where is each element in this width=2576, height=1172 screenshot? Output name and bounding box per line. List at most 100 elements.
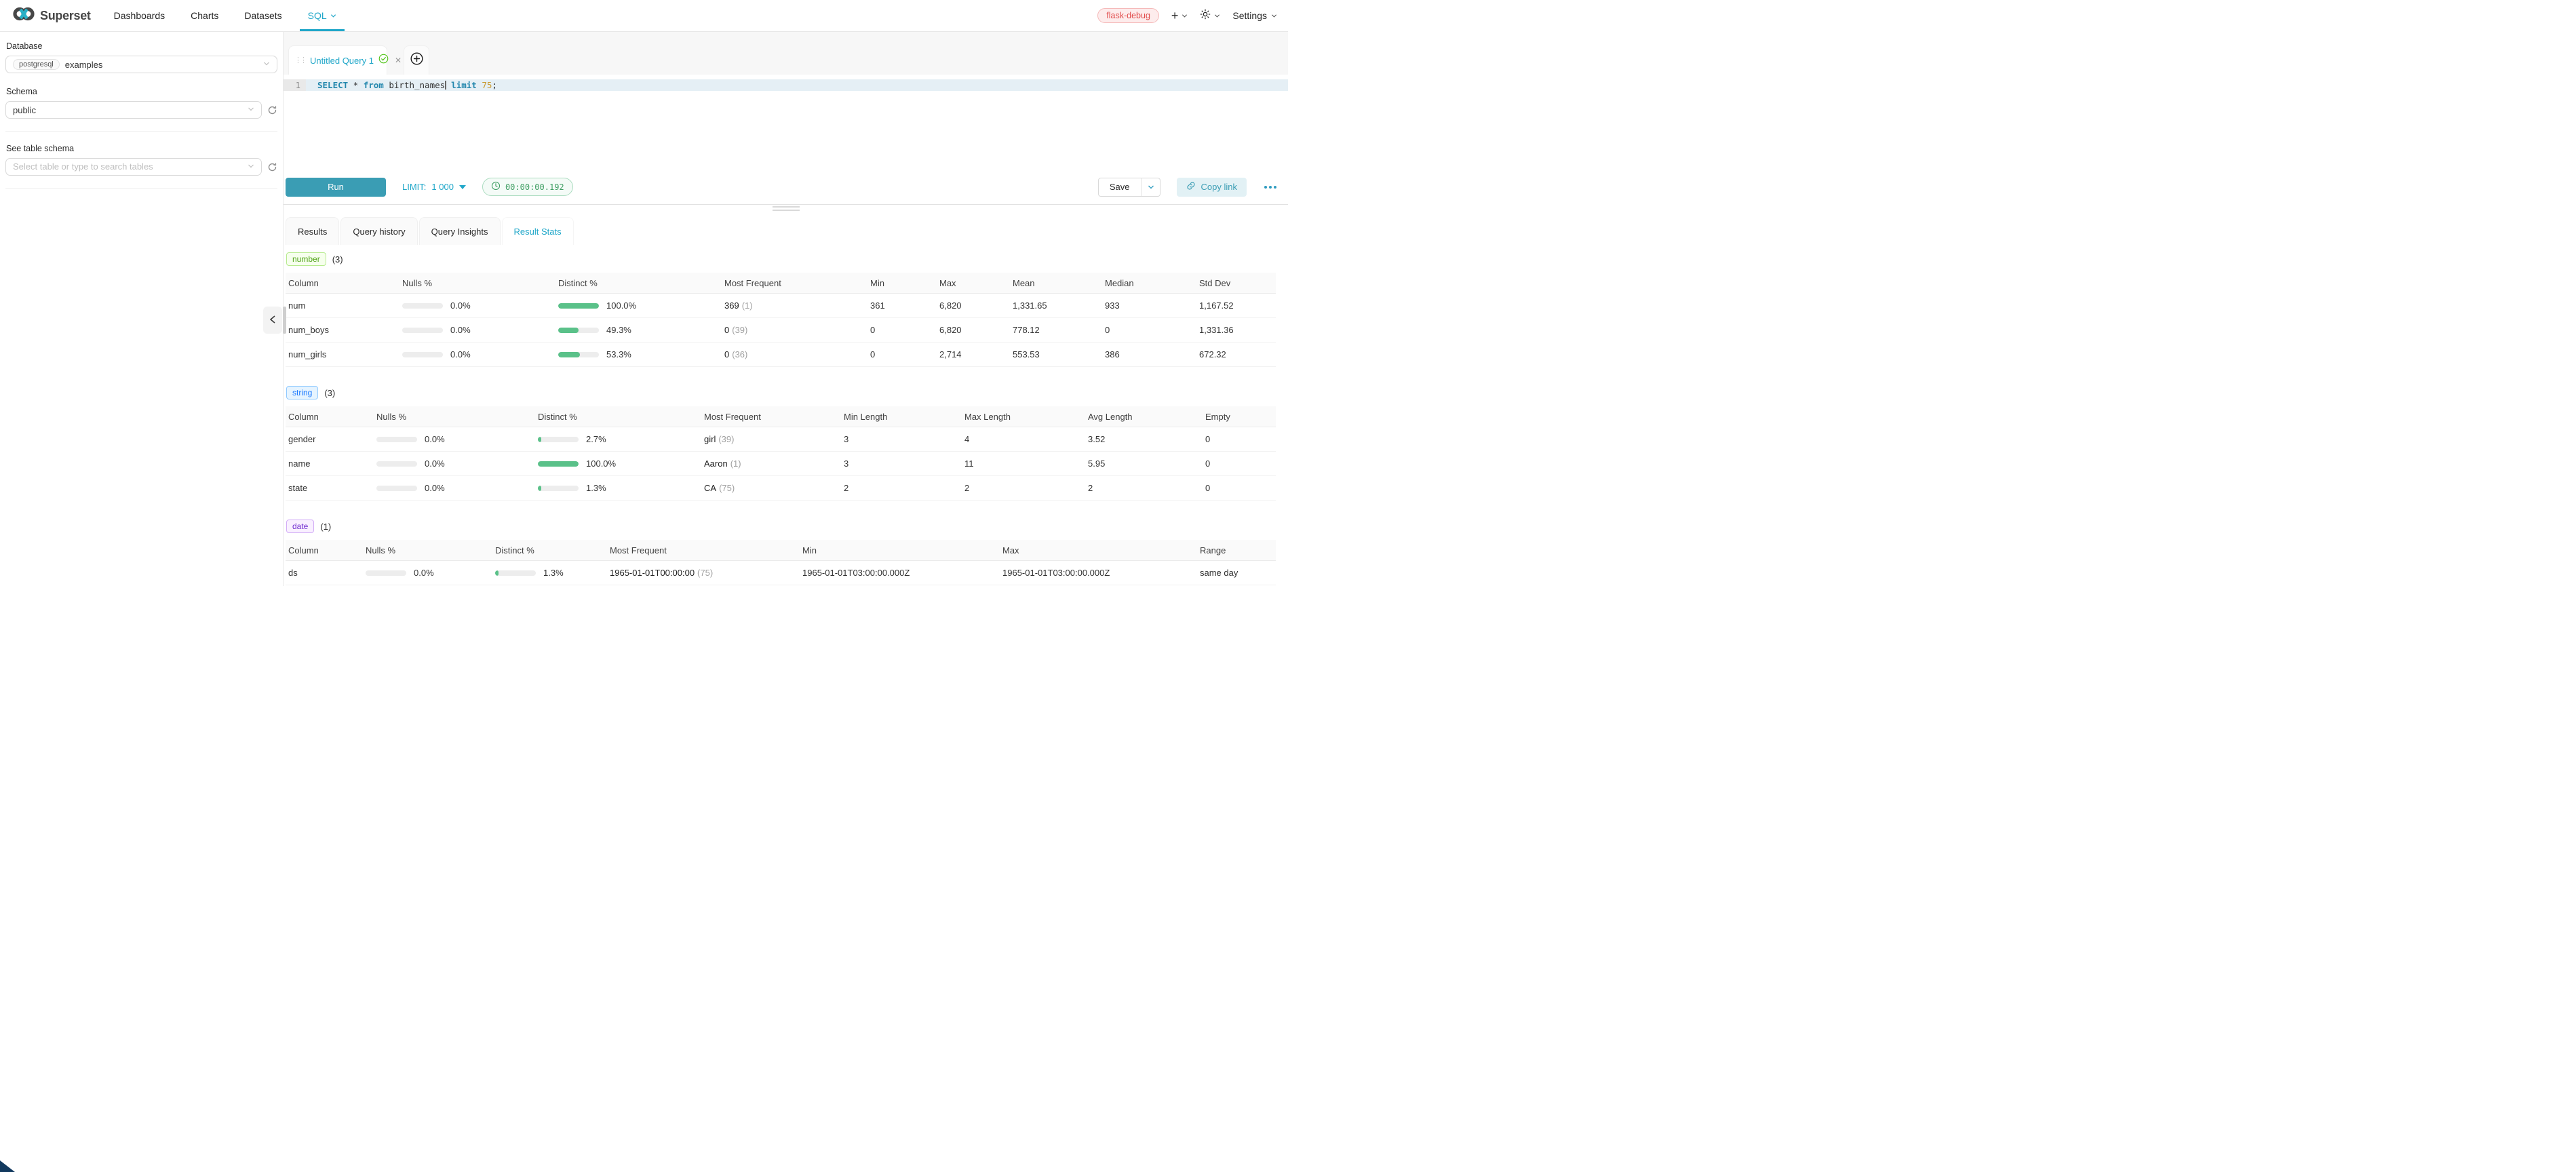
limit-dropdown[interactable]: LIMIT: 1 000 bbox=[402, 182, 466, 192]
refresh-tables-icon[interactable] bbox=[267, 162, 277, 172]
sql-keyword: from bbox=[364, 80, 384, 90]
table-schema-label: See table schema bbox=[6, 144, 277, 153]
column-name: state bbox=[286, 483, 374, 493]
query-tab[interactable]: ⋮⋮ Untitled Query 1 ✕ bbox=[288, 45, 387, 75]
max-cell: 2,714 bbox=[937, 349, 1010, 359]
distinct-bar bbox=[538, 437, 579, 442]
section-number: number (3) Column Nulls % Distinct % Mos… bbox=[286, 252, 1276, 367]
code-line-1: 1 SELECT * from birth_names limit 75; bbox=[284, 79, 1288, 91]
most-frequent-cell: 0(39) bbox=[722, 325, 867, 335]
tab-query-history[interactable]: Query history bbox=[340, 217, 417, 245]
superset-logo[interactable]: Superset bbox=[12, 6, 91, 25]
most-frequent-cell: 0(36) bbox=[722, 349, 867, 359]
nulls-pct: 0.0% bbox=[450, 349, 471, 359]
refresh-schemas-icon[interactable] bbox=[267, 105, 277, 115]
column-name: name bbox=[286, 458, 374, 469]
min-length-cell: 3 bbox=[841, 434, 962, 444]
nav-dashboards[interactable]: Dashboards bbox=[114, 0, 165, 31]
col-header: Nulls % bbox=[363, 545, 492, 555]
min-cell: 1965-01-01T03:00:00.000Z bbox=[800, 568, 1000, 578]
empty-cell: 0 bbox=[1203, 458, 1276, 469]
nulls-bar bbox=[402, 352, 443, 357]
sql-editor[interactable]: 1 SELECT * from birth_names limit 75; bbox=[284, 75, 1288, 170]
distinct-bar bbox=[558, 303, 599, 309]
distinct-bar bbox=[558, 328, 599, 333]
type-count: (1) bbox=[320, 522, 331, 532]
col-header: Most Frequent bbox=[722, 278, 867, 288]
min-cell: 361 bbox=[867, 300, 937, 311]
nav-sql[interactable]: SQL bbox=[308, 0, 336, 31]
chevron-down-icon bbox=[1214, 13, 1220, 19]
col-header: Nulls % bbox=[374, 412, 535, 422]
close-tab-icon[interactable]: ✕ bbox=[395, 56, 402, 65]
chevron-down-icon bbox=[330, 13, 336, 19]
median-cell: 933 bbox=[1102, 300, 1196, 311]
nulls-cell: 0.0% bbox=[374, 458, 535, 469]
tab-results[interactable]: Results bbox=[286, 217, 339, 245]
table-header: Column Nulls % Distinct % Most Frequent … bbox=[286, 406, 1276, 427]
settings-menu[interactable]: Settings bbox=[1232, 10, 1277, 21]
max-cell: 6,820 bbox=[937, 300, 1010, 311]
mean-cell: 1,331.65 bbox=[1010, 300, 1102, 311]
col-header: Range bbox=[1197, 545, 1276, 555]
section-date: date (1) Column Nulls % Distinct % Most … bbox=[286, 520, 1276, 585]
nulls-bar bbox=[376, 461, 417, 467]
sidebar-resize-handle[interactable] bbox=[283, 307, 286, 334]
tab-query-insights[interactable]: Query Insights bbox=[419, 217, 501, 245]
table-row: gender 0.0% 2.7% girl(39) 3 4 3.52 0 bbox=[286, 427, 1276, 452]
nulls-pct: 0.0% bbox=[450, 325, 471, 335]
most-frequent-cell: 369(1) bbox=[722, 300, 867, 311]
table-search-input[interactable] bbox=[13, 161, 242, 172]
main-nav: Dashboards Charts Datasets SQL bbox=[114, 0, 336, 31]
col-header: Most Frequent bbox=[701, 412, 841, 422]
collapse-sidebar-button[interactable] bbox=[263, 307, 282, 334]
avg-length-cell: 5.95 bbox=[1085, 458, 1203, 469]
copy-link-button[interactable]: Copy link bbox=[1177, 178, 1247, 197]
nulls-cell: 0.0% bbox=[399, 300, 555, 311]
save-button[interactable]: Save bbox=[1099, 178, 1141, 196]
distinct-cell: 1.3% bbox=[535, 483, 701, 493]
col-header: Distinct % bbox=[535, 412, 701, 422]
type-badge-number: number bbox=[286, 252, 326, 266]
stddev-cell: 1,167.52 bbox=[1196, 300, 1276, 311]
check-circle-icon bbox=[378, 54, 389, 67]
sqllab-sidebar: Database postgresql examples Schema publ… bbox=[0, 32, 284, 586]
database-select[interactable]: postgresql examples bbox=[5, 56, 277, 73]
superset-infinity-icon bbox=[12, 6, 35, 25]
plus-icon: + bbox=[1171, 9, 1179, 22]
more-options-icon[interactable] bbox=[1263, 183, 1278, 191]
table-header: Column Nulls % Distinct % Most Frequent … bbox=[286, 273, 1276, 294]
column-name: gender bbox=[286, 434, 374, 444]
schema-select[interactable]: public bbox=[5, 101, 262, 119]
empty-cell: 0 bbox=[1203, 483, 1276, 493]
median-cell: 0 bbox=[1102, 325, 1196, 335]
nav-datasets[interactable]: Datasets bbox=[244, 0, 281, 31]
tab-result-stats[interactable]: Result Stats bbox=[502, 217, 574, 245]
mean-cell: 778.12 bbox=[1010, 325, 1102, 335]
timer-value: 00:00:00.192 bbox=[505, 182, 564, 192]
nav-charts[interactable]: Charts bbox=[191, 0, 218, 31]
run-button[interactable]: Run bbox=[286, 178, 386, 197]
chevron-left-icon bbox=[269, 315, 276, 326]
panel-resize-handle[interactable] bbox=[773, 206, 800, 211]
sql-keyword: limit bbox=[446, 80, 477, 90]
table-select[interactable] bbox=[5, 158, 262, 176]
save-options-button[interactable] bbox=[1141, 178, 1160, 196]
sql-code: SELECT * from birth_names limit 75; bbox=[306, 79, 1288, 91]
new-menu[interactable]: + bbox=[1171, 9, 1188, 22]
nulls-pct: 0.0% bbox=[425, 458, 445, 469]
theme-menu[interactable] bbox=[1200, 9, 1220, 23]
brand-name: Superset bbox=[40, 9, 91, 23]
result-tabs: Results Query history Query Insights Res… bbox=[286, 217, 1288, 245]
add-tab-button[interactable] bbox=[404, 45, 429, 75]
limit-label: LIMIT: bbox=[402, 182, 426, 192]
col-header: Std Dev bbox=[1196, 278, 1276, 288]
distinct-pct: 1.3% bbox=[543, 568, 564, 578]
database-value: examples bbox=[65, 60, 258, 70]
col-header: Max Length bbox=[962, 412, 1085, 422]
col-header: Avg Length bbox=[1085, 412, 1203, 422]
table-row: num_boys 0.0% 49.3% 0(39) 0 6,820 778.12… bbox=[286, 318, 1276, 343]
query-tabstrip: ⋮⋮ Untitled Query 1 ✕ bbox=[284, 32, 1288, 75]
query-timer: 00:00:00.192 bbox=[482, 178, 573, 196]
nulls-pct: 0.0% bbox=[414, 568, 434, 578]
